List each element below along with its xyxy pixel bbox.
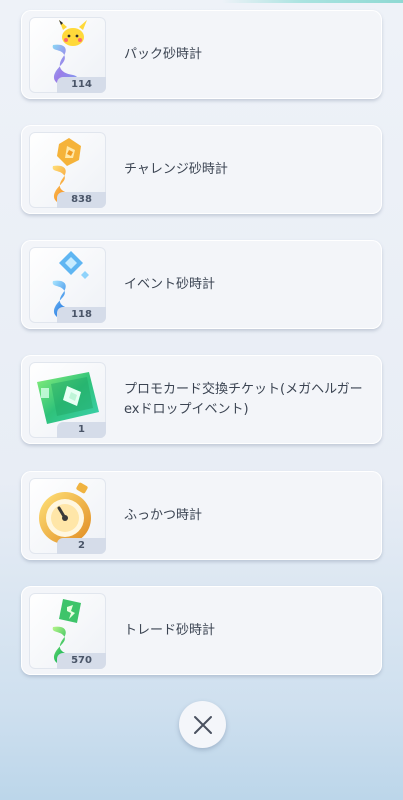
item-thumbnail: 2 — [29, 478, 106, 554]
item-count: 2 — [57, 538, 106, 554]
list-item-revive-stopwatch[interactable]: 2 ふっかつ時計 — [21, 471, 382, 560]
list-item-event-hourglass[interactable]: 118 イベント砂時計 — [21, 240, 382, 329]
top-accent-bar — [0, 0, 403, 3]
list-item-challenge-hourglass[interactable]: 838 チャレンジ砂時計 — [21, 125, 382, 214]
close-icon — [193, 715, 212, 734]
item-name: プロモカード交換チケット(メガヘルガーexドロップイベント) — [124, 381, 363, 417]
item-name: イベント砂時計 — [124, 276, 216, 292]
list-item-trade-hourglass[interactable]: 570 トレード砂時計 — [21, 586, 382, 675]
list-item-pack-hourglass[interactable]: 114 パック砂時計 — [21, 10, 382, 99]
item-count: 114 — [57, 77, 106, 93]
item-thumbnail: 114 — [29, 17, 106, 93]
list-item-promo-ticket[interactable]: 1 プロモカード交換チケット(メガヘルガーexドロップイベント) — [21, 355, 382, 444]
item-count: 118 — [57, 307, 106, 323]
item-thumbnail: 1 — [29, 362, 106, 438]
item-count: 1 — [57, 422, 106, 438]
item-thumbnail: 118 — [29, 247, 106, 323]
close-button[interactable] — [179, 701, 226, 748]
item-count: 838 — [57, 192, 106, 208]
item-thumbnail: 838 — [29, 132, 106, 208]
item-thumbnail: 570 — [29, 593, 106, 669]
item-count: 570 — [57, 653, 106, 669]
item-name: チャレンジ砂時計 — [124, 161, 228, 177]
item-name: パック砂時計 — [124, 46, 203, 62]
item-name: トレード砂時計 — [124, 622, 216, 638]
item-name: ふっかつ時計 — [124, 507, 203, 523]
